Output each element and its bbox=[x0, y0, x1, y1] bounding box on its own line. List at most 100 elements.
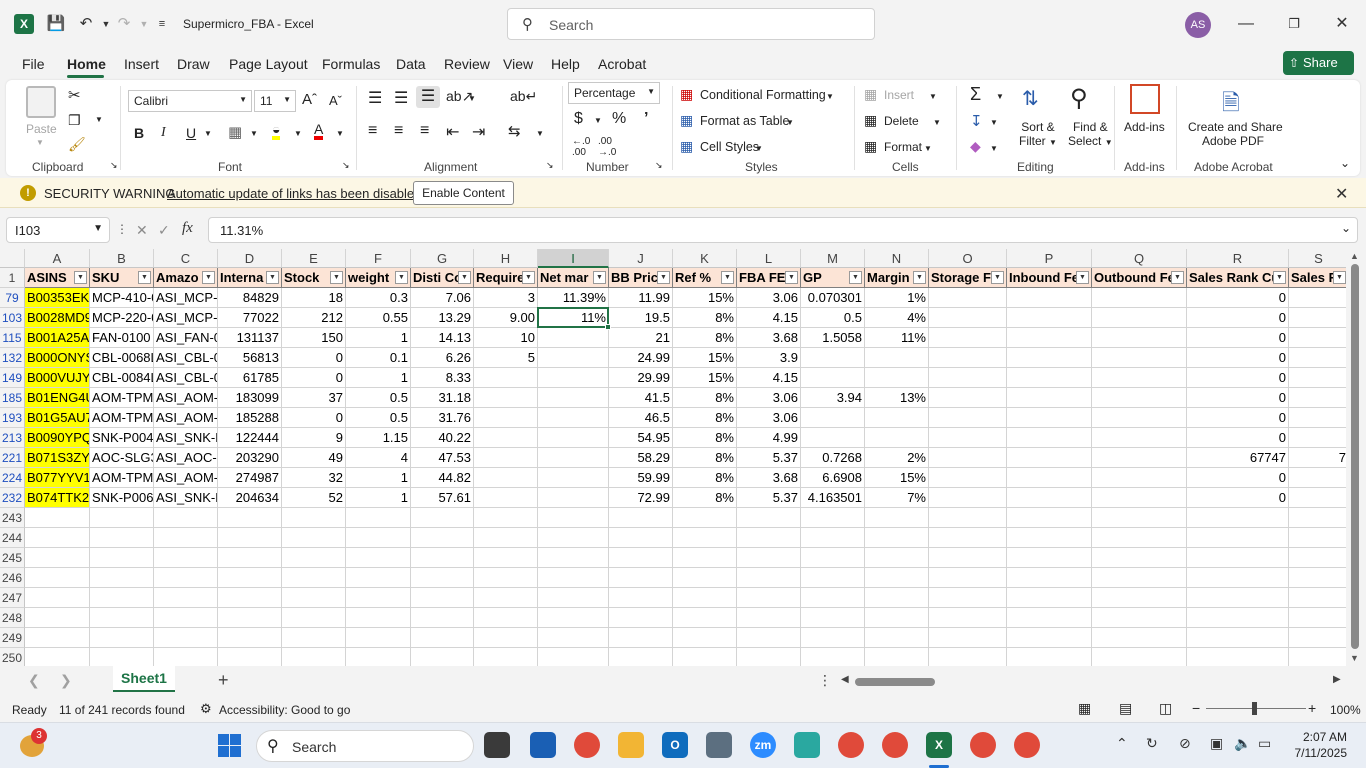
chrome-profile-icon[interactable] bbox=[970, 732, 996, 758]
row-header[interactable]: 247 bbox=[0, 588, 25, 608]
table-cell[interactable] bbox=[1007, 368, 1092, 388]
table-cell[interactable] bbox=[929, 648, 1007, 666]
filter-dropdown-icon[interactable]: ▼ bbox=[202, 271, 215, 284]
table-cell[interactable]: 4.15 bbox=[737, 308, 801, 328]
table-cell[interactable]: 4.163501 bbox=[801, 488, 865, 508]
table-cell[interactable]: 1% bbox=[865, 288, 929, 308]
table-cell[interactable] bbox=[1092, 388, 1187, 408]
table-cell[interactable] bbox=[538, 508, 609, 528]
table-cell[interactable]: 0 bbox=[1187, 388, 1289, 408]
table-cell[interactable] bbox=[1289, 488, 1346, 508]
orientation-dropdown-icon[interactable]: ▼ bbox=[468, 94, 476, 103]
table-cell[interactable]: 3.06 bbox=[737, 408, 801, 428]
row-header[interactable]: 244 bbox=[0, 528, 25, 548]
table-cell[interactable]: 1.15 bbox=[346, 428, 411, 448]
table-cell[interactable] bbox=[1289, 648, 1346, 666]
table-header-cell[interactable]: Sales Rank Cu ▼ bbox=[1187, 268, 1289, 288]
enter-icon[interactable]: ✓ bbox=[158, 222, 170, 239]
table-cell[interactable]: 6.26 bbox=[411, 348, 474, 368]
select-all-corner[interactable] bbox=[0, 249, 25, 268]
table-cell[interactable]: 19.5 bbox=[609, 308, 673, 328]
minimize-icon[interactable]: — bbox=[1235, 14, 1257, 34]
row-header[interactable]: 193 bbox=[0, 408, 25, 428]
table-cell[interactable] bbox=[411, 508, 474, 528]
align-bottom-icon[interactable]: ☰ bbox=[416, 86, 440, 108]
table-cell[interactable] bbox=[929, 428, 1007, 448]
table-cell[interactable]: 57.61 bbox=[411, 488, 474, 508]
increase-font-icon[interactable]: Aˆ bbox=[302, 91, 317, 108]
table-cell[interactable] bbox=[25, 588, 90, 608]
table-cell[interactable] bbox=[865, 368, 929, 388]
table-cell[interactable] bbox=[801, 368, 865, 388]
table-cell[interactable]: 150 bbox=[282, 328, 346, 348]
table-cell[interactable] bbox=[282, 608, 346, 628]
table-cell[interactable] bbox=[1007, 588, 1092, 608]
table-cell[interactable]: 0.3 bbox=[346, 288, 411, 308]
table-cell[interactable]: 274987 bbox=[218, 468, 282, 488]
table-cell[interactable] bbox=[865, 608, 929, 628]
table-cell[interactable] bbox=[282, 508, 346, 528]
add-ins-icon[interactable] bbox=[1130, 84, 1160, 114]
row-header[interactable]: 221 bbox=[0, 448, 25, 468]
table-cell[interactable]: 54.95 bbox=[609, 428, 673, 448]
table-cell[interactable]: 13.29 bbox=[411, 308, 474, 328]
table-cell[interactable]: 11.39% bbox=[538, 288, 609, 308]
table-cell[interactable] bbox=[1007, 328, 1092, 348]
table-cell[interactable] bbox=[90, 508, 154, 528]
table-cell[interactable]: 8% bbox=[673, 308, 737, 328]
chevron-down-icon[interactable]: ▼ bbox=[924, 144, 932, 153]
chrome-profile-icon[interactable] bbox=[838, 732, 864, 758]
table-cell[interactable] bbox=[609, 548, 673, 568]
clock[interactable]: 2:07 AM 7/11/2025 bbox=[1292, 729, 1348, 761]
table-cell[interactable] bbox=[538, 368, 609, 388]
table-cell[interactable]: ASI_AOC-S bbox=[154, 448, 218, 468]
table-cell[interactable] bbox=[538, 408, 609, 428]
table-cell[interactable] bbox=[929, 388, 1007, 408]
paste-button[interactable]: Paste bbox=[26, 122, 57, 136]
table-cell[interactable]: B00353EKI bbox=[25, 288, 90, 308]
table-cell[interactable] bbox=[1187, 628, 1289, 648]
table-cell[interactable]: MCP-410-0 bbox=[90, 288, 154, 308]
table-cell[interactable] bbox=[474, 588, 538, 608]
table-cell[interactable]: 0.5 bbox=[346, 388, 411, 408]
chevron-down-icon[interactable]: ▼ bbox=[755, 144, 763, 153]
table-cell[interactable] bbox=[474, 608, 538, 628]
table-cell[interactable] bbox=[1187, 528, 1289, 548]
table-cell[interactable] bbox=[609, 568, 673, 588]
table-cell[interactable] bbox=[673, 588, 737, 608]
table-cell[interactable] bbox=[609, 528, 673, 548]
table-cell[interactable] bbox=[801, 568, 865, 588]
table-cell[interactable] bbox=[1007, 408, 1092, 428]
table-cell[interactable] bbox=[1092, 368, 1187, 388]
table-cell[interactable] bbox=[474, 548, 538, 568]
table-cell[interactable] bbox=[282, 628, 346, 648]
table-cell[interactable] bbox=[1289, 468, 1346, 488]
table-cell[interactable] bbox=[1289, 388, 1346, 408]
store-icon[interactable] bbox=[530, 732, 556, 758]
table-cell[interactable]: 0 bbox=[282, 368, 346, 388]
file-explorer-icon[interactable] bbox=[618, 732, 644, 758]
column-header[interactable]: L bbox=[737, 249, 801, 268]
autosum-icon[interactable]: Σ bbox=[970, 84, 981, 105]
filter-dropdown-icon[interactable]: ▼ bbox=[1333, 271, 1346, 284]
scroll-left-icon[interactable]: ◀ bbox=[841, 674, 849, 685]
table-cell[interactable]: 3.68 bbox=[737, 468, 801, 488]
row-header[interactable]: 103 bbox=[0, 308, 25, 328]
table-header-cell[interactable]: Require ▼ bbox=[474, 268, 538, 288]
table-cell[interactable] bbox=[346, 568, 411, 588]
table-cell[interactable] bbox=[411, 608, 474, 628]
insert-cells-icon[interactable]: ▦ bbox=[864, 86, 877, 103]
table-cell[interactable] bbox=[1092, 288, 1187, 308]
next-sheet-icon[interactable]: ❯ bbox=[60, 672, 72, 689]
scroll-right-icon[interactable]: ▶ bbox=[1333, 674, 1341, 685]
table-cell[interactable] bbox=[90, 568, 154, 588]
redo-icon[interactable]: ↷ bbox=[114, 14, 134, 34]
table-cell[interactable] bbox=[538, 388, 609, 408]
table-cell[interactable]: 72.99 bbox=[609, 488, 673, 508]
table-cell[interactable] bbox=[25, 608, 90, 628]
table-cell[interactable] bbox=[865, 648, 929, 666]
delete-cells-button[interactable]: Delete bbox=[884, 114, 919, 128]
currency-dropdown-icon[interactable]: ▼ bbox=[594, 116, 602, 125]
table-cell[interactable]: 0 bbox=[1187, 488, 1289, 508]
sort-filter-icon[interactable]: ⇅ bbox=[1022, 86, 1039, 111]
